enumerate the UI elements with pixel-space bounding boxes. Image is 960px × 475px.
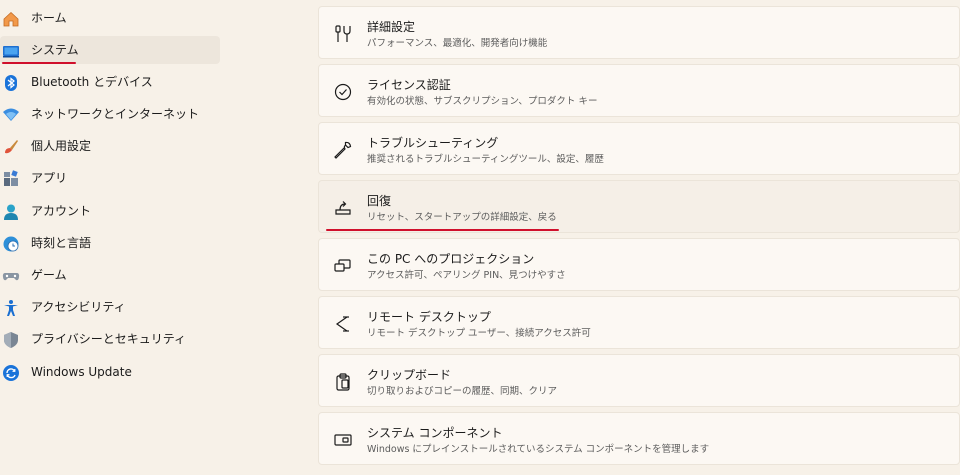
annotation-underline-system — [2, 62, 76, 64]
gamepad-icon — [2, 267, 20, 285]
card-title: クリップボード — [367, 368, 452, 382]
card-projection[interactable]: この PC へのプロジェクション アクセス許可、ペアリング PIN、見つけやすさ — [318, 238, 960, 291]
card-subtitle: パフォーマンス、最適化、開発者向け機能 — [367, 38, 548, 49]
globe-clock-icon — [2, 235, 20, 253]
card-title: リモート デスクトップ — [367, 310, 491, 324]
card-subtitle: 有効化の状態、サブスクリプション、プロダクト キー — [367, 96, 598, 107]
windows-update-icon — [2, 364, 20, 382]
sidebar-item-label: アカウント — [31, 204, 92, 218]
card-title: この PC へのプロジェクション — [367, 252, 535, 266]
sidebar-item-gaming[interactable]: ゲーム — [0, 261, 220, 289]
sidebar-item-label: ネットワークとインターネット — [31, 107, 200, 121]
card-subtitle: Windows にプレインストールされているシステム コンポーネントを管理します — [367, 444, 710, 455]
card-title: トラブルシューティング — [367, 136, 499, 150]
sidebar-item-label: アプリ — [31, 171, 68, 185]
sidebar-item-label: 時刻と言語 — [31, 236, 92, 250]
card-troubleshoot[interactable]: トラブルシューティング 推奨されるトラブルシューティングツール、設定、履歴 — [318, 122, 960, 175]
sidebar-item-personalization[interactable]: 個人用設定 — [0, 132, 220, 160]
account-icon — [2, 203, 20, 221]
card-subtitle: 推奨されるトラブルシューティングツール、設定、履歴 — [367, 154, 604, 165]
card-title: システム コンポーネント — [367, 426, 503, 440]
advanced-settings-icon — [333, 24, 353, 44]
sidebar-item-accounts[interactable]: アカウント — [0, 197, 220, 225]
apps-icon — [2, 170, 20, 188]
clipboard-icon — [333, 372, 353, 392]
accessibility-icon — [2, 299, 20, 317]
annotation-underline-recovery — [326, 229, 559, 231]
shield-icon — [2, 331, 20, 349]
sidebar-item-apps[interactable]: アプリ — [0, 164, 220, 192]
wifi-icon — [2, 106, 20, 124]
card-subtitle: 切り取りおよびコピーの履歴、同期、クリア — [367, 386, 558, 397]
card-recovery[interactable]: 回復 リセット、スタートアップの詳細設定、戻る — [318, 180, 960, 233]
sidebar-item-label: ホーム — [31, 11, 67, 25]
sidebar-item-system[interactable]: システム — [0, 36, 220, 64]
sidebar-item-bluetooth[interactable]: Bluetooth とデバイス — [0, 68, 220, 96]
card-remote-desktop[interactable]: リモート デスクトップ リモート デスクトップ ユーザー、接続アクセス許可 — [318, 296, 960, 349]
sidebar: ホーム システム Bluetooth とデバイス ネットワークとインターネット … — [0, 0, 300, 475]
projection-icon — [333, 256, 353, 276]
card-title: 詳細設定 — [367, 20, 416, 34]
sidebar-item-label: アクセシビリティ — [31, 300, 126, 314]
wrench-icon — [333, 140, 353, 160]
card-clipboard[interactable]: クリップボード 切り取りおよびコピーの履歴、同期、クリア — [318, 354, 960, 407]
system-monitor-icon — [2, 42, 20, 60]
sidebar-item-windows-update[interactable]: Windows Update — [0, 358, 220, 386]
card-title: 回復 — [367, 194, 392, 208]
system-components-icon — [333, 430, 353, 450]
sidebar-item-label: ゲーム — [31, 268, 67, 282]
bluetooth-icon — [2, 74, 20, 92]
sidebar-item-label: プライバシーとセキュリティ — [31, 332, 187, 346]
card-subtitle: アクセス許可、ペアリング PIN、見つけやすさ — [367, 270, 566, 281]
home-icon — [2, 10, 20, 28]
sidebar-item-network[interactable]: ネットワークとインターネット — [0, 100, 220, 128]
card-activation[interactable]: ライセンス認証 有効化の状態、サブスクリプション、プロダクト キー — [318, 64, 960, 117]
card-advanced-settings[interactable]: 詳細設定 パフォーマンス、最適化、開発者向け機能 — [318, 6, 960, 59]
check-circle-icon — [333, 82, 353, 102]
card-title: ライセンス認証 — [367, 78, 451, 92]
remote-desktop-icon — [333, 314, 353, 334]
sidebar-item-accessibility[interactable]: アクセシビリティ — [0, 293, 220, 321]
sidebar-item-privacy-security[interactable]: プライバシーとセキュリティ — [0, 325, 220, 353]
card-subtitle: リセット、スタートアップの詳細設定、戻る — [367, 212, 557, 223]
sidebar-item-home[interactable]: ホーム — [0, 4, 220, 32]
recovery-icon — [333, 198, 353, 218]
sidebar-item-label: 個人用設定 — [31, 139, 92, 153]
card-system-components[interactable]: システム コンポーネント Windows にプレインストールされているシステム … — [318, 412, 960, 465]
card-subtitle: リモート デスクトップ ユーザー、接続アクセス許可 — [367, 328, 591, 339]
sidebar-item-label: Bluetooth とデバイス — [31, 75, 153, 89]
main-content: 詳細設定 パフォーマンス、最適化、開発者向け機能 ライセンス認証 有効化の状態、… — [318, 0, 960, 475]
sidebar-item-label: Windows Update — [31, 365, 132, 379]
sidebar-item-label: システム — [31, 43, 79, 57]
brush-icon — [2, 138, 20, 156]
sidebar-item-time-language[interactable]: 時刻と言語 — [0, 229, 220, 257]
